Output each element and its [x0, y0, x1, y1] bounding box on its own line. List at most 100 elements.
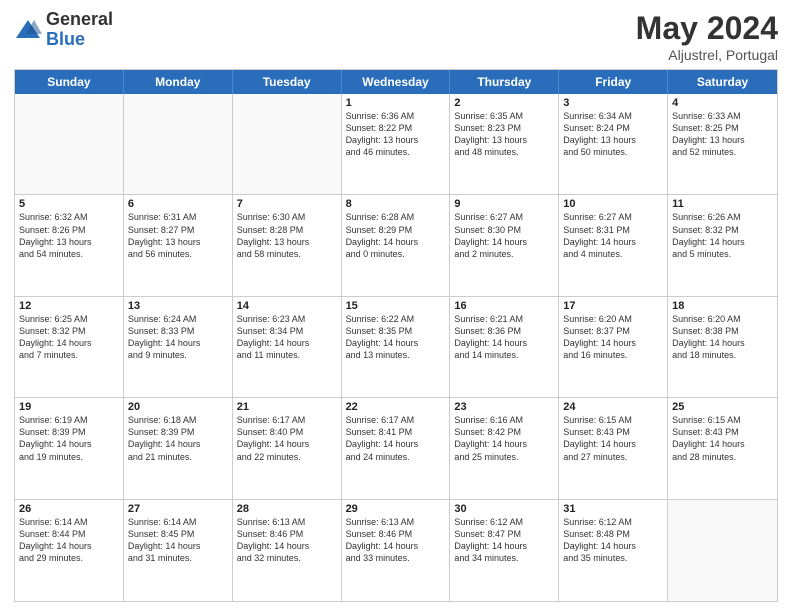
calendar-cell: 1Sunrise: 6:36 AM Sunset: 8:22 PM Daylig… [342, 94, 451, 194]
calendar-cell [233, 94, 342, 194]
cell-date: 14 [237, 300, 337, 312]
calendar: SundayMondayTuesdayWednesdayThursdayFrid… [14, 69, 778, 602]
cell-date: 19 [19, 401, 119, 413]
cell-date: 31 [563, 503, 663, 515]
cell-info: Sunrise: 6:15 AM Sunset: 8:43 PM Dayligh… [563, 414, 663, 463]
day-header-tuesday: Tuesday [233, 70, 342, 94]
cell-date: 12 [19, 300, 119, 312]
cell-info: Sunrise: 6:17 AM Sunset: 8:40 PM Dayligh… [237, 414, 337, 463]
cell-info: Sunrise: 6:16 AM Sunset: 8:42 PM Dayligh… [454, 414, 554, 463]
cell-info: Sunrise: 6:14 AM Sunset: 8:44 PM Dayligh… [19, 516, 119, 565]
calendar-header: SundayMondayTuesdayWednesdayThursdayFrid… [15, 70, 777, 94]
cell-date: 27 [128, 503, 228, 515]
cell-info: Sunrise: 6:34 AM Sunset: 8:24 PM Dayligh… [563, 110, 663, 159]
cell-date: 2 [454, 97, 554, 109]
cell-date: 4 [672, 97, 773, 109]
logo-icon [14, 16, 42, 44]
calendar-cell: 28Sunrise: 6:13 AM Sunset: 8:46 PM Dayli… [233, 500, 342, 601]
calendar-cell: 25Sunrise: 6:15 AM Sunset: 8:43 PM Dayli… [668, 398, 777, 498]
calendar-row: 5Sunrise: 6:32 AM Sunset: 8:26 PM Daylig… [15, 195, 777, 296]
day-header-monday: Monday [124, 70, 233, 94]
cell-date: 30 [454, 503, 554, 515]
calendar-cell: 12Sunrise: 6:25 AM Sunset: 8:32 PM Dayli… [15, 297, 124, 397]
cell-info: Sunrise: 6:20 AM Sunset: 8:38 PM Dayligh… [672, 313, 773, 362]
calendar-cell [668, 500, 777, 601]
cell-date: 7 [237, 198, 337, 210]
calendar-cell: 8Sunrise: 6:28 AM Sunset: 8:29 PM Daylig… [342, 195, 451, 295]
cell-date: 8 [346, 198, 446, 210]
header: General Blue May 2024 Aljustrel, Portuga… [14, 10, 778, 63]
cell-date: 28 [237, 503, 337, 515]
cell-info: Sunrise: 6:17 AM Sunset: 8:41 PM Dayligh… [346, 414, 446, 463]
cell-info: Sunrise: 6:12 AM Sunset: 8:48 PM Dayligh… [563, 516, 663, 565]
calendar-cell: 6Sunrise: 6:31 AM Sunset: 8:27 PM Daylig… [124, 195, 233, 295]
logo-text: General Blue [46, 10, 113, 50]
calendar-cell: 4Sunrise: 6:33 AM Sunset: 8:25 PM Daylig… [668, 94, 777, 194]
cell-info: Sunrise: 6:23 AM Sunset: 8:34 PM Dayligh… [237, 313, 337, 362]
month-title: May 2024 [636, 10, 778, 47]
cell-date: 10 [563, 198, 663, 210]
day-header-wednesday: Wednesday [342, 70, 451, 94]
cell-info: Sunrise: 6:22 AM Sunset: 8:35 PM Dayligh… [346, 313, 446, 362]
calendar-row: 1Sunrise: 6:36 AM Sunset: 8:22 PM Daylig… [15, 94, 777, 195]
cell-info: Sunrise: 6:27 AM Sunset: 8:31 PM Dayligh… [563, 211, 663, 260]
calendar-cell: 21Sunrise: 6:17 AM Sunset: 8:40 PM Dayli… [233, 398, 342, 498]
day-header-friday: Friday [559, 70, 668, 94]
logo-general: General [46, 10, 113, 30]
cell-info: Sunrise: 6:19 AM Sunset: 8:39 PM Dayligh… [19, 414, 119, 463]
calendar-cell: 16Sunrise: 6:21 AM Sunset: 8:36 PM Dayli… [450, 297, 559, 397]
cell-info: Sunrise: 6:35 AM Sunset: 8:23 PM Dayligh… [454, 110, 554, 159]
cell-date: 15 [346, 300, 446, 312]
cell-info: Sunrise: 6:24 AM Sunset: 8:33 PM Dayligh… [128, 313, 228, 362]
calendar-cell: 15Sunrise: 6:22 AM Sunset: 8:35 PM Dayli… [342, 297, 451, 397]
calendar-cell: 17Sunrise: 6:20 AM Sunset: 8:37 PM Dayli… [559, 297, 668, 397]
cell-date: 1 [346, 97, 446, 109]
calendar-cell [15, 94, 124, 194]
calendar-cell: 9Sunrise: 6:27 AM Sunset: 8:30 PM Daylig… [450, 195, 559, 295]
cell-date: 25 [672, 401, 773, 413]
cell-date: 6 [128, 198, 228, 210]
cell-info: Sunrise: 6:28 AM Sunset: 8:29 PM Dayligh… [346, 211, 446, 260]
cell-info: Sunrise: 6:13 AM Sunset: 8:46 PM Dayligh… [237, 516, 337, 565]
calendar-cell: 5Sunrise: 6:32 AM Sunset: 8:26 PM Daylig… [15, 195, 124, 295]
day-header-thursday: Thursday [450, 70, 559, 94]
cell-info: Sunrise: 6:36 AM Sunset: 8:22 PM Dayligh… [346, 110, 446, 159]
calendar-cell: 31Sunrise: 6:12 AM Sunset: 8:48 PM Dayli… [559, 500, 668, 601]
calendar-cell: 19Sunrise: 6:19 AM Sunset: 8:39 PM Dayli… [15, 398, 124, 498]
cell-info: Sunrise: 6:26 AM Sunset: 8:32 PM Dayligh… [672, 211, 773, 260]
calendar-row: 12Sunrise: 6:25 AM Sunset: 8:32 PM Dayli… [15, 297, 777, 398]
cell-date: 16 [454, 300, 554, 312]
calendar-cell: 7Sunrise: 6:30 AM Sunset: 8:28 PM Daylig… [233, 195, 342, 295]
location: Aljustrel, Portugal [636, 47, 778, 63]
calendar-cell: 23Sunrise: 6:16 AM Sunset: 8:42 PM Dayli… [450, 398, 559, 498]
calendar-cell: 10Sunrise: 6:27 AM Sunset: 8:31 PM Dayli… [559, 195, 668, 295]
title-area: May 2024 Aljustrel, Portugal [636, 10, 778, 63]
calendar-body: 1Sunrise: 6:36 AM Sunset: 8:22 PM Daylig… [15, 94, 777, 601]
cell-info: Sunrise: 6:12 AM Sunset: 8:47 PM Dayligh… [454, 516, 554, 565]
cell-date: 21 [237, 401, 337, 413]
cell-info: Sunrise: 6:30 AM Sunset: 8:28 PM Dayligh… [237, 211, 337, 260]
cell-info: Sunrise: 6:27 AM Sunset: 8:30 PM Dayligh… [454, 211, 554, 260]
logo-blue: Blue [46, 30, 113, 50]
cell-date: 24 [563, 401, 663, 413]
calendar-page: General Blue May 2024 Aljustrel, Portuga… [0, 0, 792, 612]
calendar-cell: 27Sunrise: 6:14 AM Sunset: 8:45 PM Dayli… [124, 500, 233, 601]
day-header-saturday: Saturday [668, 70, 777, 94]
calendar-cell: 14Sunrise: 6:23 AM Sunset: 8:34 PM Dayli… [233, 297, 342, 397]
cell-date: 5 [19, 198, 119, 210]
cell-date: 20 [128, 401, 228, 413]
calendar-row: 19Sunrise: 6:19 AM Sunset: 8:39 PM Dayli… [15, 398, 777, 499]
calendar-cell: 20Sunrise: 6:18 AM Sunset: 8:39 PM Dayli… [124, 398, 233, 498]
cell-date: 9 [454, 198, 554, 210]
calendar-row: 26Sunrise: 6:14 AM Sunset: 8:44 PM Dayli… [15, 500, 777, 601]
cell-info: Sunrise: 6:25 AM Sunset: 8:32 PM Dayligh… [19, 313, 119, 362]
cell-date: 26 [19, 503, 119, 515]
calendar-cell: 26Sunrise: 6:14 AM Sunset: 8:44 PM Dayli… [15, 500, 124, 601]
cell-date: 11 [672, 198, 773, 210]
cell-info: Sunrise: 6:32 AM Sunset: 8:26 PM Dayligh… [19, 211, 119, 260]
cell-info: Sunrise: 6:20 AM Sunset: 8:37 PM Dayligh… [563, 313, 663, 362]
cell-date: 17 [563, 300, 663, 312]
calendar-cell [124, 94, 233, 194]
cell-info: Sunrise: 6:13 AM Sunset: 8:46 PM Dayligh… [346, 516, 446, 565]
cell-date: 22 [346, 401, 446, 413]
